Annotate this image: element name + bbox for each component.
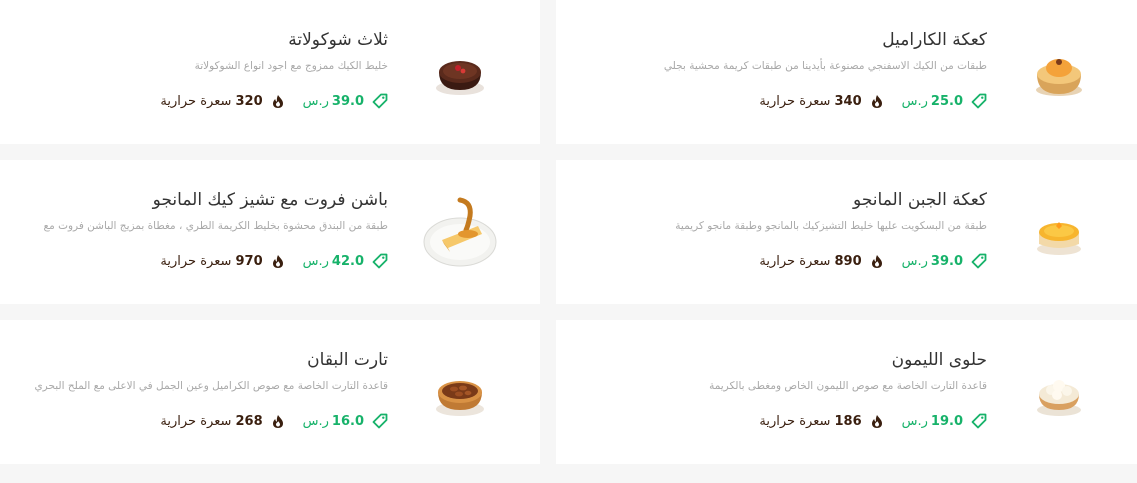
calories-label: سعرة حرارية: [160, 413, 232, 429]
item-calories: 186: [834, 413, 862, 429]
dessert-thumbnail[interactable]: [1003, 194, 1115, 274]
item-title: باشن فروت مع تشيز كيك المانجو: [152, 190, 388, 210]
flame-icon: [870, 414, 884, 429]
item-price: 39.0: [331, 93, 364, 109]
dessert-thumbnail[interactable]: [1003, 354, 1115, 434]
item-calories: 320: [235, 93, 263, 109]
menu-item-card[interactable]: باشن فروت مع تشيز كيك المانجو طبقة من ال…: [0, 160, 540, 304]
item-price: 19.0: [930, 413, 963, 429]
item-calories: 268: [235, 413, 263, 429]
menu-grid: كعكة الكاراميل طبقات من الكيك الاسفنجي م…: [0, 0, 1137, 483]
item-title: كعكة الجبن المانجو: [853, 190, 987, 210]
item-calories: 340: [834, 93, 862, 109]
menu-item-card[interactable]: كعكة الجبن المانجو طبقة من البسكويت عليه…: [556, 160, 1137, 304]
flame-icon: [271, 254, 285, 269]
currency-label: ر.س: [901, 93, 928, 109]
item-title: تارت البقان: [307, 350, 388, 370]
item-price: 42.0: [331, 253, 364, 269]
currency-label: ر.س: [302, 253, 329, 269]
flame-icon: [870, 94, 884, 109]
item-title: ثلاث شوكولاتة: [288, 30, 388, 50]
item-title: كعكة الكاراميل: [882, 30, 987, 50]
calories-label: سعرة حرارية: [759, 93, 831, 109]
item-description: طبقات من الكيك الاسفنجي مصنوعة بأيدينا م…: [663, 60, 987, 72]
item-description: طبقة من البندق محشوة بخليط الكريمة الطري…: [43, 220, 388, 232]
item-calories: 890: [834, 253, 862, 269]
item-calories: 970: [235, 253, 263, 269]
price-tag-icon: [372, 93, 388, 109]
currency-label: ر.س: [901, 413, 928, 429]
flame-icon: [271, 414, 285, 429]
calories-label: سعرة حرارية: [759, 253, 831, 269]
price-tag-icon: [971, 253, 987, 269]
calories-label: سعرة حرارية: [160, 253, 232, 269]
dessert-thumbnail[interactable]: [404, 34, 516, 114]
item-title: حلوى الليمون: [891, 350, 987, 370]
price-tag-icon: [372, 413, 388, 429]
item-description: طبقة من البسكويت عليها خليط التشيزكيك با…: [675, 220, 987, 232]
item-description: قاعدة التارت الخاصة مع صوص الليمون الخاص…: [709, 380, 987, 392]
menu-item-card[interactable]: حلوى الليمون قاعدة التارت الخاصة مع صوص …: [556, 320, 1137, 464]
dessert-thumbnail[interactable]: [1003, 34, 1115, 114]
currency-label: ر.س: [302, 93, 329, 109]
item-description: قاعدة التارت الخاصة مع صوص الكراميل وعين…: [34, 380, 388, 392]
item-description: خليط الكيك ممزوج مع اجود انواع الشوكولات…: [194, 60, 388, 72]
dessert-thumbnail[interactable]: [404, 354, 516, 434]
flame-icon: [870, 254, 884, 269]
currency-label: ر.س: [302, 413, 329, 429]
calories-label: سعرة حرارية: [160, 93, 232, 109]
currency-label: ر.س: [901, 253, 928, 269]
item-price: 25.0: [930, 93, 963, 109]
price-tag-icon: [372, 253, 388, 269]
menu-item-card[interactable]: كعكة الكاراميل طبقات من الكيك الاسفنجي م…: [556, 0, 1137, 144]
price-tag-icon: [971, 93, 987, 109]
menu-item-card[interactable]: تارت البقان قاعدة التارت الخاصة مع صوص ا…: [0, 320, 540, 464]
flame-icon: [271, 94, 285, 109]
calories-label: سعرة حرارية: [759, 413, 831, 429]
menu-item-card[interactable]: ثلاث شوكولاتة خليط الكيك ممزوج مع اجود ا…: [0, 0, 540, 144]
dessert-thumbnail[interactable]: [404, 194, 516, 274]
price-tag-icon: [971, 413, 987, 429]
item-price: 39.0: [930, 253, 963, 269]
item-price: 16.0: [331, 413, 364, 429]
